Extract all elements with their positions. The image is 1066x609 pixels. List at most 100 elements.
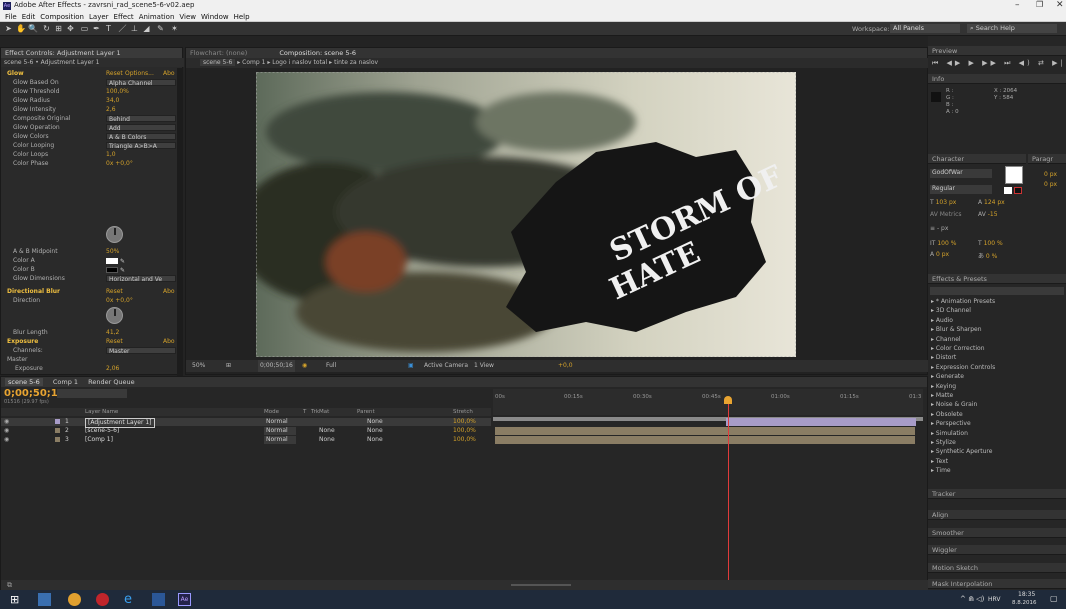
- color-a-swatch[interactable]: [106, 258, 118, 264]
- zoom-select[interactable]: 50%: [192, 360, 205, 372]
- kerning-value[interactable]: Metrics: [940, 211, 962, 218]
- glow-prop-row[interactable]: Color Looping Triangle A>B>A: [1, 142, 177, 150]
- layer-parent-select[interactable]: None: [367, 427, 383, 435]
- layer-stretch[interactable]: 100,0%: [453, 427, 476, 435]
- effect-glow-reset[interactable]: Reset: [106, 70, 123, 78]
- effect-exposure-reset[interactable]: Reset: [106, 338, 123, 346]
- fill-color-swatch[interactable]: [1005, 166, 1023, 184]
- effect-exposure[interactable]: Exposure Reset Abo: [1, 338, 177, 346]
- effects-category[interactable]: ▸ Keying: [931, 383, 956, 390]
- exposure-channels[interactable]: Channels: Master: [1, 347, 177, 355]
- layer-name[interactable]: [scene-5-6]: [85, 427, 119, 435]
- col-t[interactable]: T: [303, 408, 306, 416]
- close-icon[interactable]: ✕: [1056, 0, 1064, 10]
- effect-directional-blur[interactable]: Directional Blur Reset Abo: [1, 288, 177, 296]
- tab-flowchart[interactable]: Flowchart: (none): [190, 49, 247, 57]
- layer-visibility-icon[interactable]: ◉: [4, 427, 9, 435]
- prop-value[interactable]: 34,0: [106, 97, 119, 105]
- dirblur-blur-length[interactable]: Blur Length 41,2: [1, 329, 177, 337]
- snapshot-icon[interactable]: ◉: [302, 360, 307, 372]
- col-layer-name[interactable]: Layer Name: [85, 408, 118, 416]
- layer-mode-select[interactable]: Normal: [264, 436, 296, 444]
- glow-prop-row[interactable]: Glow Based On Alpha Channel: [1, 79, 177, 87]
- effect-glow-options[interactable]: Options...: [125, 70, 154, 78]
- kerning-row[interactable]: AV Metrics: [930, 211, 962, 218]
- panel-tab[interactable]: Motion Sketch: [928, 563, 1066, 573]
- grid-icon[interactable]: ⊞: [226, 360, 231, 372]
- composition-viewer[interactable]: STORM OF HATE: [256, 72, 796, 357]
- zoom-tool-icon[interactable]: 🔍: [28, 24, 38, 33]
- glow-prop-row[interactable]: Color Phase 0x +0,0°: [1, 160, 177, 168]
- maximize-icon[interactable]: ❐: [1036, 0, 1043, 9]
- preview-panel-tab[interactable]: Preview: [928, 46, 1066, 56]
- effects-category[interactable]: ▸ 3D Channel: [931, 307, 971, 314]
- glow-prop-row[interactable]: Color Loops 1,0: [1, 151, 177, 159]
- language-indicator[interactable]: HRV: [988, 596, 1000, 603]
- glow-prop-row[interactable]: Glow Operation Add: [1, 124, 177, 132]
- prop-value[interactable]: 0x +0,0°: [106, 297, 133, 305]
- para-indent-left[interactable]: 0 px: [1044, 170, 1057, 180]
- effects-category[interactable]: ▸ Stylize: [931, 439, 956, 446]
- prop-value[interactable]: 2,06: [106, 365, 119, 373]
- hscale-row[interactable]: T 100 %: [978, 240, 1003, 247]
- effects-category[interactable]: ▸ Synthetic Aperture: [931, 448, 992, 455]
- prop-dropdown[interactable]: Triangle A>B>A: [106, 142, 176, 150]
- puppet-tool-icon[interactable]: ✶: [170, 24, 179, 33]
- layer-label-color[interactable]: [55, 419, 60, 424]
- layer-mode-select[interactable]: Normal: [264, 418, 296, 426]
- color-phase-dial[interactable]: [106, 226, 123, 243]
- menu-layer[interactable]: Layer: [89, 12, 109, 22]
- roto-brush-icon[interactable]: ✎: [156, 24, 165, 33]
- col-stretch[interactable]: Stretch: [453, 408, 473, 416]
- paragraph-panel-tab[interactable]: Paragr: [1028, 154, 1066, 164]
- channels-select[interactable]: Master: [106, 347, 176, 355]
- mask-tool-icon[interactable]: ▭: [80, 24, 89, 33]
- prop-value[interactable]: 1,0: [106, 151, 116, 159]
- effects-category[interactable]: ▸ Blur & Sharpen: [931, 326, 982, 333]
- pen-tool-icon[interactable]: ✒: [92, 24, 101, 33]
- effects-presets-tab[interactable]: Effects & Presets: [928, 274, 1066, 284]
- menu-view[interactable]: View: [179, 12, 196, 22]
- rotate-tool-icon[interactable]: ↻: [42, 24, 51, 33]
- effects-category[interactable]: ▸ Channel: [931, 336, 961, 343]
- layer-trkmat-select[interactable]: None: [319, 427, 335, 435]
- exposure-value[interactable]: +0,0: [558, 360, 573, 372]
- minimize-icon[interactable]: –: [1015, 0, 1020, 10]
- layer-bar-comp1[interactable]: [495, 436, 915, 444]
- crumb-logo[interactable]: Logo i naslov total: [272, 59, 327, 66]
- glow-prop-row[interactable]: Glow Colors A & B Colors: [1, 133, 177, 141]
- baseline-row[interactable]: A 0 px: [930, 251, 949, 258]
- effect-dirblur-about[interactable]: Abo: [163, 288, 175, 296]
- preview-controls[interactable]: ⏮ ◀▶ ▶ ▶▶ ⏭ ◀) ⇄ ▶|: [932, 59, 1066, 68]
- panel-tab[interactable]: Wiggler: [928, 545, 1066, 555]
- word-icon[interactable]: [152, 593, 165, 606]
- layer-visibility-icon[interactable]: ◉: [4, 436, 9, 444]
- current-time[interactable]: 0;00;50;16: [258, 360, 295, 372]
- tracking-value[interactable]: -15: [988, 211, 998, 218]
- font-size-value[interactable]: 103 px: [936, 199, 957, 206]
- vscale-value[interactable]: 100 %: [937, 240, 956, 247]
- font-family-select[interactable]: GodOfWar: [930, 169, 992, 178]
- dirblur-direction[interactable]: Direction 0x +0,0°: [1, 297, 177, 305]
- file-explorer-icon[interactable]: [38, 593, 51, 606]
- effects-category[interactable]: ▸ Obsolete: [931, 411, 963, 418]
- resolution-select[interactable]: Full: [326, 360, 336, 372]
- windows-start-icon[interactable]: ⊞: [10, 593, 23, 606]
- layer-row[interactable]: ◉ 2 [scene-5-6] Normal None None 100,0%: [1, 427, 491, 435]
- tsume-row[interactable]: あ 0 %: [978, 251, 997, 260]
- tsume-value[interactable]: 0 %: [986, 253, 997, 260]
- panel-tab[interactable]: Mask Interpolation: [928, 579, 1066, 589]
- prop-value[interactable]: 0x +0,0°: [106, 160, 133, 168]
- camera-select[interactable]: Active Camera: [424, 360, 468, 372]
- type-tool-icon[interactable]: T: [104, 24, 113, 33]
- glow-prop-row[interactable]: Glow Dimensions Horizontal and Ve: [1, 275, 177, 283]
- toggle-switches-icon[interactable]: ⧉: [7, 581, 12, 590]
- pan-behind-tool-icon[interactable]: ✥: [66, 24, 75, 33]
- effects-category[interactable]: ▸ Generate: [931, 373, 964, 380]
- tab-scene[interactable]: scene 5-6: [5, 378, 43, 386]
- prop-dropdown[interactable]: Behind: [106, 115, 176, 123]
- eraser-tool-icon[interactable]: ◢: [142, 24, 151, 33]
- stroke-width-row[interactable]: ≡ - px: [930, 225, 948, 232]
- layer-parent-select[interactable]: None: [367, 418, 383, 426]
- timeline-search-input[interactable]: [57, 389, 127, 398]
